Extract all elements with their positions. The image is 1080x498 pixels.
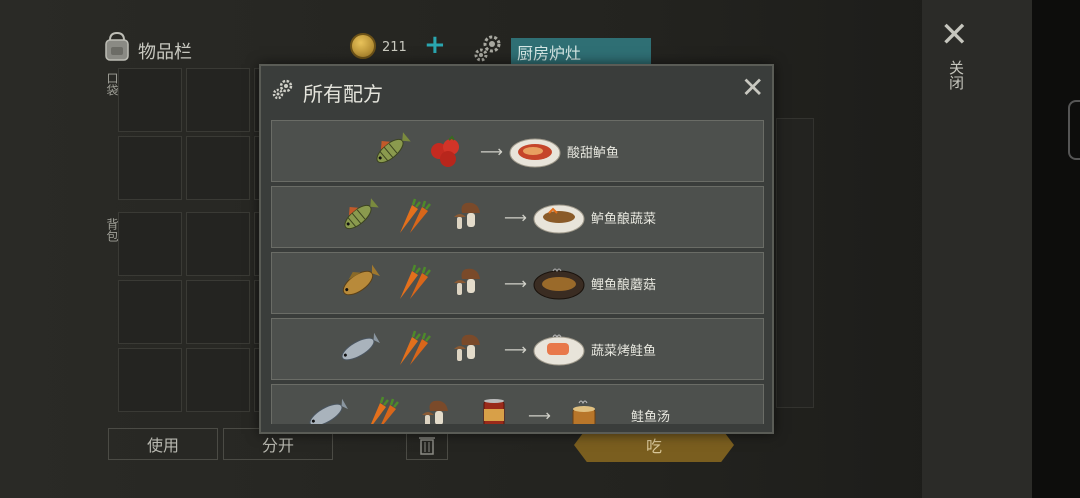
trash-icon [419,437,435,455]
arrow: ⟶ [504,207,527,227]
perch-icon [336,195,380,239]
close-icon[interactable]: ✕ [940,18,969,52]
mushroom-icon [448,195,492,239]
backpack-icon [105,31,129,61]
recipe-name: 蔬菜烤鲑鱼 [590,343,656,359]
recipe-row[interactable]: ⟶ 鲑鱼汤 [271,384,764,424]
coin-count: 211 [382,40,407,55]
close-label[interactable]: 关闭 [946,60,967,90]
carrot-icon [360,393,404,424]
add-coins-button[interactable]: + [424,32,446,58]
can-icon [472,393,516,424]
recipe-list[interactable]: ⟶ 酸甜鲈鱼 ⟶ 鲈鱼酿蔬菜 ⟶ 鲤鱼酿蘑菇 ⟶ 蔬菜烤鲑鱼 ⟶ 鲑鱼汤 [271,120,764,424]
recipe-row[interactable]: ⟶ 蔬菜烤鲑鱼 [271,318,764,380]
carrot-icon [392,327,436,371]
backpack-slot[interactable] [118,348,182,412]
carrot-icon [392,195,436,239]
pocket-slot[interactable] [118,68,182,132]
carp-icon [336,261,380,305]
mushroom-icon [448,261,492,305]
inventory-title: 物品栏 [138,42,192,63]
modal-title: 所有配方 [303,82,383,106]
arrow: ⟶ [528,405,551,425]
carrot-icon [392,261,436,305]
modal-close-button[interactable]: ✕ [741,74,764,102]
salmon-icon [336,327,380,371]
trash-button[interactable] [406,430,448,460]
arrow: ⟶ [504,273,527,293]
recipe-name: 鲤鱼酿蘑菇 [590,277,656,293]
screen-edge [1032,0,1080,498]
tab-kitchen-stove[interactable]: 厨房炉灶 [511,38,651,64]
mushroom-icon [416,393,460,424]
pocket-slot[interactable] [186,136,250,200]
close-panel [922,0,1032,498]
recipe-name: 鲑鱼汤 [630,409,670,425]
arrow: ⟶ [480,141,503,161]
salmon-soup-icon [557,393,609,424]
perch-icon [368,129,412,173]
gears-icon [474,35,501,62]
tomato-icon [424,129,468,173]
mushroom-icon [448,327,492,371]
use-button[interactable]: 使用 [108,428,218,460]
backpack-slot[interactable] [118,212,182,276]
pocket-slot[interactable] [118,136,182,200]
stove-output-panel [776,118,814,408]
backpack-slot[interactable] [186,348,250,412]
recipe-row[interactable]: ⟶ 酸甜鲈鱼 [271,120,764,182]
carp-mushroom-dish-icon [533,261,585,305]
recipe-row[interactable]: ⟶ 鲤鱼酿蘑菇 [271,252,764,314]
pocket-slot[interactable] [186,68,250,132]
arrow: ⟶ [504,339,527,359]
gears-icon [272,79,293,100]
backpack-slot[interactable] [186,280,250,344]
perch-pickle-dish-icon [533,195,585,239]
recipe-row[interactable]: ⟶ 鲈鱼酿蔬菜 [271,186,764,248]
backpack-slot[interactable] [118,280,182,344]
sweet-sour-perch-icon [509,129,561,173]
backpack-slot[interactable] [186,212,250,276]
coin-icon [350,33,376,59]
edge-handle-icon [1068,100,1080,160]
salmon-icon [304,393,348,424]
grilled-salmon-dish-icon [533,327,585,371]
recipe-name: 鲈鱼酿蔬菜 [590,211,656,227]
recipe-name: 酸甜鲈鱼 [566,145,619,161]
recipes-modal: 所有配方 ✕ ⟶ 酸甜鲈鱼 ⟶ 鲈鱼酿蔬菜 ⟶ 鲤鱼酿蘑菇 ⟶ 蔬菜烤鲑鱼 ⟶ … [259,64,774,434]
